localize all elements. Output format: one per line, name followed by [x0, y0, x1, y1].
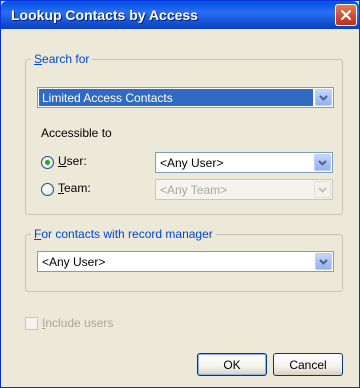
close-icon — [340, 9, 352, 21]
chevron-down-icon — [318, 186, 327, 193]
search-for-legend: Search for — [31, 52, 93, 66]
team-dropdown-arrow[interactable] — [314, 181, 331, 198]
team-radio[interactable] — [41, 183, 54, 196]
title-bar[interactable]: Lookup Contacts by Access — [1, 1, 359, 29]
ok-button-label: OK — [223, 357, 241, 372]
include-users-label[interactable]: Include users — [42, 316, 113, 330]
team-radio-label[interactable]: Team: — [58, 181, 91, 195]
user-dropdown-arrow[interactable] — [314, 154, 331, 171]
user-select[interactable]: <Any User> — [155, 152, 333, 173]
chevron-down-icon — [318, 159, 327, 166]
record-manager-dropdown-arrow[interactable] — [315, 253, 332, 270]
team-select[interactable]: <Any Team> — [155, 179, 333, 200]
user-radio[interactable] — [41, 156, 54, 169]
cancel-button[interactable]: Cancel — [273, 353, 343, 376]
dialog-window: Lookup Contacts by Access Search for Lim… — [0, 0, 360, 388]
user-select-value: <Any User> — [160, 156, 224, 170]
search-for-select[interactable]: Limited Access Contacts — [37, 87, 334, 108]
record-manager-value: <Any User> — [42, 255, 106, 269]
record-manager-select[interactable]: <Any User> — [37, 251, 334, 272]
user-radio-label[interactable]: User: — [58, 154, 87, 168]
team-select-value: <Any Team> — [160, 183, 228, 197]
include-users-checkbox[interactable] — [25, 317, 38, 330]
chevron-down-icon — [319, 94, 328, 101]
window-title: Lookup Contacts by Access — [11, 7, 198, 23]
ok-button[interactable]: OK — [197, 353, 267, 376]
search-for-value: Limited Access Contacts — [42, 91, 173, 105]
close-button[interactable] — [335, 4, 357, 26]
search-for-dropdown-arrow[interactable] — [315, 89, 332, 106]
record-manager-legend: For contacts with record manager — [31, 227, 216, 241]
chevron-down-icon — [319, 258, 328, 265]
cancel-button-label: Cancel — [289, 357, 327, 372]
accessible-to-label: Accessible to — [41, 126, 112, 140]
